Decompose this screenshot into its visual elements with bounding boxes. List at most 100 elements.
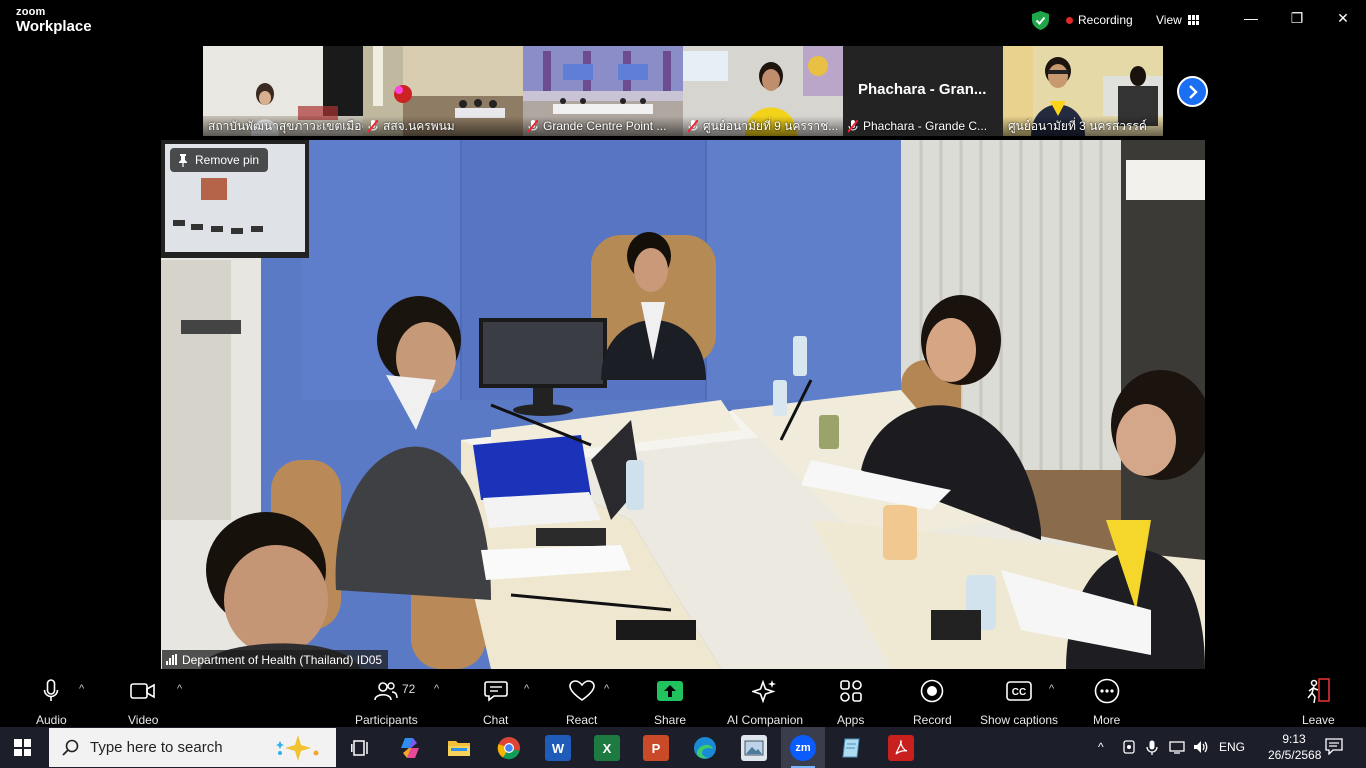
participant-thumbnail[interactable]: Grande Centre Point ... xyxy=(523,46,683,136)
participant-name: สถาบันพัฒนาสุขภาวะเขตเมือง xyxy=(208,118,363,133)
recording-dot-icon xyxy=(1066,16,1073,24)
leave-button[interactable]: Leave xyxy=(1302,677,1335,727)
heart-react-icon xyxy=(568,680,595,701)
record-button[interactable]: Record xyxy=(913,677,952,727)
react-options-caret-icon[interactable]: ^ xyxy=(604,683,609,695)
pin-icon xyxy=(179,153,187,167)
logo-line1: zoom xyxy=(16,6,46,18)
zoom-app-icon[interactable]: zm xyxy=(790,735,816,761)
windows-start-icon[interactable] xyxy=(14,739,31,756)
participant-name: ศูนย์อนามัยที่ 3 นครสวรรค์ xyxy=(1008,118,1147,133)
volume-icon[interactable] xyxy=(1193,740,1209,757)
task-view-icon[interactable] xyxy=(348,735,374,761)
encryption-shield-icon[interactable] xyxy=(1032,11,1049,30)
meeting-toolbar: Audio ^ Video ^ Participants 72 ^ Chat ^… xyxy=(0,669,1366,727)
excel-icon[interactable]: X xyxy=(594,735,620,761)
copilot-icon[interactable] xyxy=(397,735,423,761)
participant-thumbnail[interactable]: ศูนย์อนามัยที่ 3 นครสวรรค์ xyxy=(1003,46,1163,136)
remove-pin-button[interactable]: Remove pin xyxy=(170,148,269,172)
apps-label: Apps xyxy=(837,713,865,727)
video-participant-label: Department of Health (Thailand) ID05 xyxy=(162,650,389,669)
muted-mic-icon xyxy=(848,119,858,133)
apps-button[interactable]: Apps xyxy=(837,677,864,727)
participant-thumbnail[interactable]: Phachara - Gran... Phachara - Grande C..… xyxy=(843,46,1003,136)
thumbnail-caption: ศูนย์อนามัยที่ 9 นครราช... xyxy=(683,116,843,136)
svg-text:CC: CC xyxy=(1012,687,1026,698)
show-captions-label: Show captions xyxy=(980,713,1059,727)
react-button[interactable]: React xyxy=(566,677,597,727)
signal-strength-icon xyxy=(166,654,177,665)
photos-icon[interactable] xyxy=(741,735,767,761)
word-icon[interactable]: W xyxy=(545,735,571,761)
recording-label: Recording xyxy=(1078,13,1133,27)
apps-grid-icon xyxy=(839,680,862,702)
recording-indicator[interactable]: Recording xyxy=(1066,13,1133,27)
taskbar-search[interactable] xyxy=(49,728,336,767)
clock-date: 26/5/2568 xyxy=(1268,748,1322,762)
participant-thumbnail[interactable]: ศูนย์อนามัยที่ 9 นครราช... xyxy=(683,46,843,136)
input-language-indicator[interactable]: ENG xyxy=(1219,740,1245,754)
participants-count: 72 xyxy=(402,682,416,696)
taskbar-clock[interactable]: 9:13 26/5/2568 xyxy=(1268,731,1322,763)
ai-sparkle-icon xyxy=(752,679,777,703)
ai-companion-label: AI Companion xyxy=(727,713,804,727)
more-dots-icon xyxy=(1094,678,1119,704)
more-label: More xyxy=(1093,713,1121,727)
zoom-logo: zoom Workplace xyxy=(16,6,92,35)
view-button[interactable]: View xyxy=(1156,13,1199,27)
ai-companion-button[interactable]: AI Companion xyxy=(727,677,803,727)
search-icon xyxy=(62,739,79,756)
closed-captions-icon: CC xyxy=(1006,681,1032,701)
chat-button[interactable]: Chat xyxy=(483,677,508,727)
audio-options-caret-icon[interactable]: ^ xyxy=(79,683,84,695)
file-explorer-icon[interactable] xyxy=(446,735,472,761)
logo-line2: Workplace xyxy=(16,18,92,35)
thumbnail-caption: สสจ.นครพนม xyxy=(363,116,523,136)
video-button[interactable]: Video xyxy=(128,677,158,727)
acrobat-icon[interactable] xyxy=(888,735,914,761)
participant-thumbnail[interactable]: สถาบันพัฒนาสุขภาวะเขตเมือง xyxy=(203,46,363,136)
participant-thumbnail[interactable]: สสจ.นครพนม xyxy=(363,46,523,136)
share-label: Share xyxy=(654,713,687,727)
chrome-icon[interactable] xyxy=(496,735,522,761)
thumbnail-caption: Phachara - Grande C... xyxy=(843,116,1003,136)
react-label: React xyxy=(566,713,598,727)
video-label: Video xyxy=(128,713,159,727)
participants-options-caret-icon[interactable]: ^ xyxy=(434,683,439,695)
tray-microphone-icon[interactable] xyxy=(1146,740,1158,758)
muted-mic-icon xyxy=(688,119,698,133)
edge-icon[interactable] xyxy=(692,735,718,761)
leave-door-icon xyxy=(1307,678,1331,704)
record-icon xyxy=(921,679,944,703)
next-page-button[interactable] xyxy=(1177,76,1208,107)
participant-thumbnail-strip: สถาบันพัฒนาสุขภาวะเขตเมือง สสจ.นครพนม Gr… xyxy=(203,46,1163,136)
participant-display-name: Phachara - Gran... xyxy=(858,81,987,98)
participant-name: ศูนย์อนามัยที่ 9 นครราช... xyxy=(703,118,839,133)
notifications-icon[interactable] xyxy=(1325,738,1343,758)
meet-now-icon[interactable] xyxy=(1122,740,1136,757)
audio-button[interactable]: Audio xyxy=(36,677,67,727)
powerpoint-icon[interactable]: P xyxy=(643,735,669,761)
microphone-icon xyxy=(44,679,59,701)
share-button[interactable]: Share xyxy=(654,677,686,727)
show-captions-button[interactable]: CC Show captions xyxy=(980,677,1058,727)
network-icon[interactable] xyxy=(1169,740,1185,757)
meeting-room-scene xyxy=(161,140,1205,669)
participants-icon xyxy=(374,682,399,701)
audio-label: Audio xyxy=(36,713,67,727)
close-button[interactable]: ✕ xyxy=(1333,10,1353,27)
show-hidden-icons-chevron-icon[interactable]: ^ xyxy=(1098,740,1104,754)
maximize-button[interactable]: ❐ xyxy=(1287,10,1307,27)
gallery-grid-icon xyxy=(1187,15,1199,25)
pinned-video-feed[interactable] xyxy=(161,140,1205,669)
notepad-icon[interactable] xyxy=(839,735,865,761)
search-input[interactable] xyxy=(90,739,270,756)
chat-options-caret-icon[interactable]: ^ xyxy=(524,683,529,695)
video-options-caret-icon[interactable]: ^ xyxy=(177,683,182,695)
search-highlight-sparkle-icon xyxy=(276,734,319,761)
participant-name: Grande Centre Point ... xyxy=(543,119,667,133)
thumbnail-caption: Grande Centre Point ... xyxy=(523,116,683,136)
captions-options-caret-icon[interactable]: ^ xyxy=(1049,683,1054,695)
more-button[interactable]: More xyxy=(1093,677,1120,727)
minimize-button[interactable]: — xyxy=(1241,10,1261,26)
